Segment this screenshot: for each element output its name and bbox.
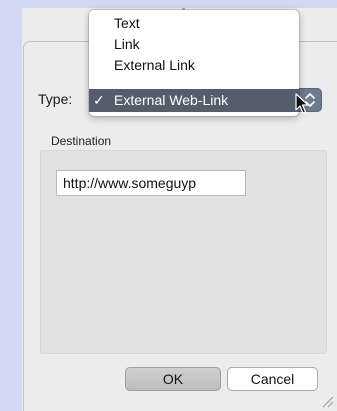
menu-item-label: External Web-Link <box>114 92 229 108</box>
type-label: Type: <box>38 91 73 107</box>
type-dropdown-menu: Text Link External Link ✓ External Web-L… <box>89 10 299 116</box>
destination-label: Destination <box>51 134 112 148</box>
menu-item-external-link[interactable]: External Link <box>89 55 299 76</box>
checkmark-icon: ✓ <box>93 92 105 108</box>
menu-item-link[interactable]: Link <box>89 34 299 55</box>
desktop-background <box>0 0 22 411</box>
destination-url-input[interactable]: http://www.someguyp <box>56 170 246 196</box>
menu-item-label: Text <box>114 15 140 31</box>
cancel-button[interactable]: Cancel <box>227 367 318 391</box>
resize-grip-icon[interactable] <box>320 394 334 408</box>
mouse-pointer-icon <box>295 93 309 114</box>
ok-button[interactable]: OK <box>125 367 221 391</box>
menu-item-label: External Link <box>114 57 195 73</box>
menu-item-text[interactable]: Text <box>89 13 299 34</box>
menu-item-external-web-link[interactable]: ✓ External Web-Link <box>89 89 299 112</box>
menu-item-label: Link <box>114 36 140 52</box>
